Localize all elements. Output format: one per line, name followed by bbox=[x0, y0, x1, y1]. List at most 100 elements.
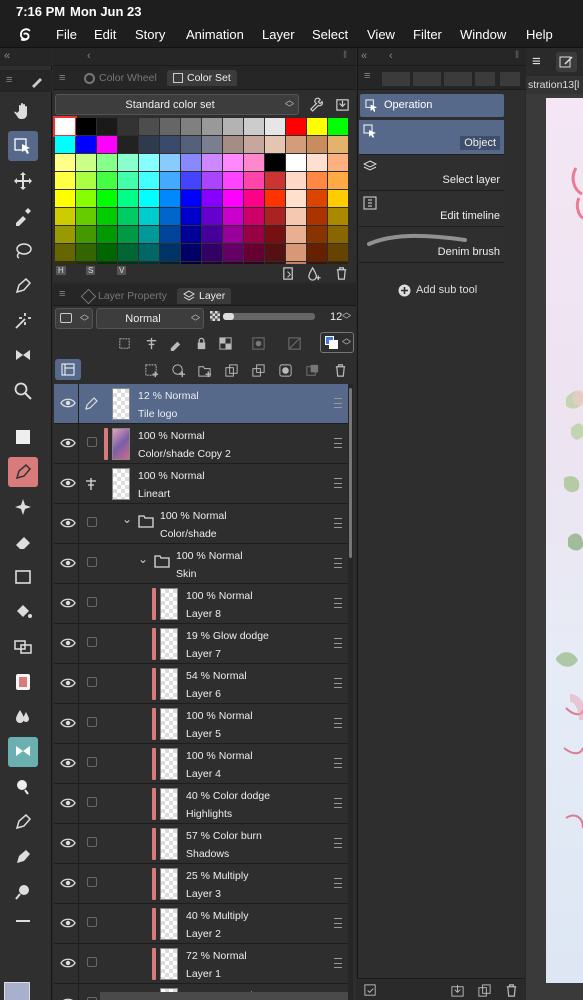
ruler-mask-icon[interactable] bbox=[285, 334, 303, 352]
color-swatch[interactable] bbox=[223, 172, 243, 189]
color-swatch[interactable] bbox=[181, 190, 201, 207]
gradient-tool-icon[interactable] bbox=[8, 667, 38, 697]
clip-layer-icon[interactable] bbox=[115, 334, 133, 352]
eye-icon[interactable] bbox=[60, 956, 76, 970]
color-swatch[interactable] bbox=[118, 226, 138, 243]
color-swatch[interactable] bbox=[160, 226, 180, 243]
apply-mask-icon[interactable] bbox=[303, 361, 321, 379]
layer-scrollbar-thumb[interactable] bbox=[349, 388, 352, 558]
delete-color-icon[interactable] bbox=[332, 264, 350, 282]
color-swatch[interactable] bbox=[139, 172, 159, 189]
layer-row[interactable]: 100 % Normal Layer 5 bbox=[54, 704, 348, 744]
eye-icon[interactable] bbox=[60, 556, 76, 570]
create-mask-icon[interactable] bbox=[276, 361, 294, 379]
canvas-edit-button[interactable] bbox=[556, 52, 577, 72]
drag-handle-icon[interactable] bbox=[334, 758, 342, 768]
eye-icon[interactable] bbox=[60, 716, 76, 730]
import-icon[interactable] bbox=[333, 95, 351, 113]
color-swatch[interactable] bbox=[307, 208, 327, 225]
operation-tool-icon[interactable] bbox=[8, 131, 38, 161]
eye-icon[interactable] bbox=[60, 796, 76, 810]
color-swatch[interactable] bbox=[97, 118, 117, 135]
color-swatch[interactable] bbox=[286, 244, 306, 261]
color-swatch[interactable] bbox=[307, 244, 327, 261]
color-swatch[interactable] bbox=[76, 208, 96, 225]
blend-tool-icon[interactable] bbox=[8, 632, 38, 662]
editing-pen-icon[interactable] bbox=[84, 397, 98, 411]
color-swatch[interactable] bbox=[223, 190, 243, 207]
sub-tool-delete-icon[interactable] bbox=[502, 981, 520, 999]
menu-animation[interactable]: Animation bbox=[186, 27, 244, 42]
color-swatch[interactable] bbox=[181, 154, 201, 171]
hamburger-icon[interactable]: ≡ bbox=[532, 53, 549, 70]
layer-checkbox[interactable] bbox=[87, 757, 97, 767]
color-swatch[interactable] bbox=[181, 208, 201, 225]
color-swatch[interactable] bbox=[307, 226, 327, 243]
color-set-select[interactable]: Standard color set ︿ ﹀ bbox=[55, 94, 299, 115]
layer-checkbox[interactable] bbox=[87, 677, 97, 687]
color-swatch[interactable] bbox=[76, 244, 96, 261]
color-swatch[interactable] bbox=[328, 208, 348, 225]
color-swatch[interactable] bbox=[97, 190, 117, 207]
color-swatch[interactable] bbox=[76, 190, 96, 207]
add-color-icon[interactable] bbox=[305, 264, 323, 282]
color-swatch[interactable] bbox=[244, 118, 264, 135]
color-swatch[interactable] bbox=[202, 208, 222, 225]
tab-color-wheel[interactable]: Color Wheel bbox=[78, 70, 163, 86]
layer-checkbox[interactable] bbox=[87, 797, 97, 807]
color-swatch[interactable] bbox=[307, 118, 327, 135]
brush-tab-icon[interactable] bbox=[30, 74, 44, 88]
layer-checkbox[interactable] bbox=[87, 717, 97, 727]
color-swatch[interactable] bbox=[265, 154, 285, 171]
lock-icon[interactable] bbox=[192, 334, 210, 352]
sub-tool-duplicate-icon[interactable] bbox=[475, 981, 493, 999]
drag-handle-icon[interactable] bbox=[334, 718, 342, 728]
color-swatch[interactable] bbox=[55, 190, 75, 207]
color-swatch[interactable] bbox=[202, 244, 222, 261]
eye-icon[interactable] bbox=[60, 636, 76, 650]
color-swatch[interactable] bbox=[55, 226, 75, 243]
color-swatch[interactable] bbox=[181, 136, 201, 153]
color-swatch[interactable] bbox=[139, 118, 159, 135]
color-swatch[interactable] bbox=[97, 208, 117, 225]
color-swatch[interactable] bbox=[118, 136, 138, 153]
ink-drop-tool-icon[interactable] bbox=[8, 772, 38, 802]
color-swatch[interactable] bbox=[55, 136, 75, 153]
color-swatch[interactable] bbox=[97, 136, 117, 153]
color-swatch[interactable] bbox=[181, 118, 201, 135]
new-vector-layer-icon[interactable] bbox=[169, 361, 187, 379]
layer-row[interactable]: 25 % Multiply Layer 3 bbox=[54, 864, 348, 904]
color-swatch[interactable] bbox=[139, 208, 159, 225]
collapse-icon[interactable]: « bbox=[4, 50, 10, 62]
sub-tool-object[interactable]: Object bbox=[359, 120, 504, 155]
color-swatch[interactable] bbox=[223, 208, 243, 225]
color-swatch[interactable] bbox=[160, 172, 180, 189]
drag-handle-icon[interactable] bbox=[334, 958, 342, 968]
layer-color-select[interactable]: ︿ ﹀ bbox=[55, 308, 93, 329]
color-swatch[interactable] bbox=[328, 226, 348, 243]
drag-handle-icon[interactable] bbox=[334, 838, 342, 848]
color-swatch[interactable] bbox=[244, 190, 264, 207]
drag-handle-icon[interactable] bbox=[334, 878, 342, 888]
artwork-canvas[interactable] bbox=[546, 98, 583, 983]
mask-enable-icon[interactable] bbox=[249, 334, 267, 352]
reference-layer-icon[interactable] bbox=[142, 334, 160, 352]
opacity-slider[interactable] bbox=[223, 313, 315, 320]
operation-header[interactable]: Operation bbox=[360, 94, 504, 117]
hsv-h-label[interactable]: H bbox=[56, 266, 66, 275]
color-swatch[interactable] bbox=[202, 226, 222, 243]
sub-tool-tab-2[interactable] bbox=[413, 72, 441, 86]
drag-handle-icon[interactable] bbox=[334, 478, 342, 488]
sparkle-tool-icon[interactable] bbox=[8, 492, 38, 522]
layer-row[interactable]: 40 % Color dodge Highlights bbox=[54, 784, 348, 824]
sub-tool-menu-icon[interactable]: ≡ bbox=[364, 70, 370, 82]
panel-menu-icon[interactable]: ≡ bbox=[59, 72, 65, 84]
drag-handle-icon[interactable] bbox=[334, 558, 342, 568]
color-swatch[interactable] bbox=[118, 208, 138, 225]
menu-window[interactable]: Window bbox=[460, 27, 506, 42]
eye-icon[interactable] bbox=[60, 916, 76, 930]
color-swatch[interactable] bbox=[139, 136, 159, 153]
color-swatch[interactable] bbox=[265, 226, 285, 243]
tab-layer[interactable]: Layer bbox=[177, 288, 232, 304]
color-swatch[interactable] bbox=[76, 172, 96, 189]
